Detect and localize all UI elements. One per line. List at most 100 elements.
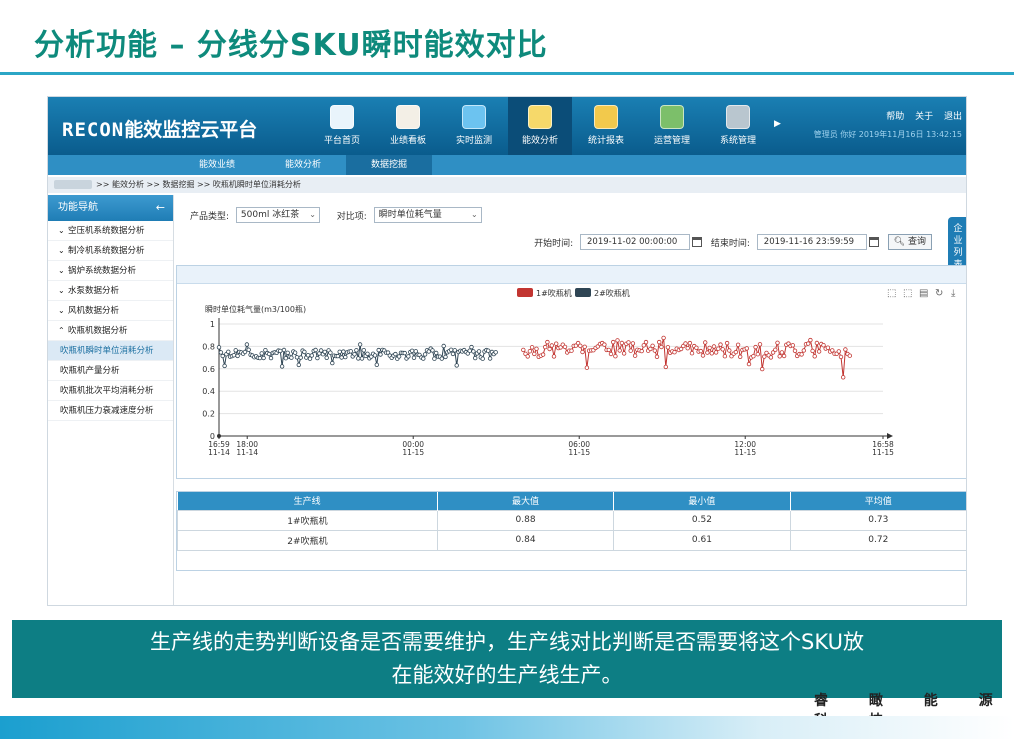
- sidebar-item-7[interactable]: 吹瓶机产量分析: [48, 361, 173, 381]
- footer-gradient-bar: [0, 716, 1014, 739]
- legend-label: 1#吹瓶机: [536, 288, 572, 298]
- about-link[interactable]: 关于: [915, 112, 933, 122]
- consumption-line-chart: 1#吹瓶机 2#吹瓶机 ⬚ ⬚ ▤ ↻ ⤓瞬时单位耗气量(m3/100瓶)00.20.40.…: [202, 288, 956, 457]
- data-point: [278, 348, 283, 354]
- nav-item-2[interactable]: 实时监测: [442, 97, 506, 155]
- caption-line-1: 生产线的走势判断设备是否需要维护，生产线对比判断是否需要将这个SKU放: [150, 630, 864, 654]
- chevron-down-icon: ⌄: [58, 306, 65, 315]
- data-point: [226, 349, 231, 354]
- data-point: [244, 342, 250, 347]
- subnav-energy-performance[interactable]: 能效业绩: [174, 155, 260, 175]
- data-point: [529, 345, 535, 350]
- gear-icon: [726, 105, 750, 129]
- data-point: [233, 348, 238, 353]
- data-point: [847, 353, 852, 358]
- data-point: [309, 353, 314, 358]
- data-point: [549, 343, 554, 348]
- report-chart-icon: [396, 105, 420, 129]
- data-point: [685, 345, 690, 351]
- sidebar-item-4[interactable]: ⌄ 风机数据分析: [48, 301, 173, 321]
- table-cell: 0.52: [613, 509, 791, 531]
- nav-item-3[interactable]: 能效分析: [508, 97, 572, 155]
- data-point: [825, 345, 831, 350]
- legend-swatch: [575, 288, 591, 297]
- data-point: [354, 348, 359, 353]
- data-point: [448, 347, 454, 352]
- data-point: [810, 348, 815, 354]
- sidebar-collapse-arrow-icon[interactable]: ←: [156, 195, 165, 221]
- data-point: [348, 349, 353, 354]
- table-header-0: 生产线: [177, 492, 438, 510]
- data-point: [718, 342, 723, 347]
- data-point: [711, 344, 717, 349]
- nav-item-1[interactable]: 业绩看板: [376, 97, 440, 155]
- data-point: [659, 344, 664, 350]
- sidebar-item-2[interactable]: ⌄ 锅炉系统数据分析: [48, 261, 173, 281]
- data-point: [838, 354, 844, 360]
- compare-value: 瞬时单位耗气量: [378, 210, 442, 220]
- table-cell: 0.72: [789, 529, 966, 551]
- nav-more-arrow-icon[interactable]: ▶: [774, 119, 781, 129]
- data-point: [630, 341, 636, 346]
- start-time-input[interactable]: 2019-11-02 00:00:00: [580, 234, 690, 250]
- data-point: [615, 338, 620, 343]
- y-tick-label: 0.2: [202, 410, 215, 419]
- sidebar-item-3[interactable]: ⌄ 水泵数据分析: [48, 281, 173, 301]
- y-tick-label: 0.8: [202, 342, 215, 351]
- start-time-label: 开始时间:: [534, 238, 574, 249]
- table-cell: 0.73: [789, 509, 966, 531]
- data-point: [534, 346, 539, 351]
- compare-select[interactable]: 瞬时单位耗气量 ⌄: [373, 207, 482, 223]
- calendar-icon[interactable]: [692, 237, 702, 247]
- nav-item-5[interactable]: 运营管理: [640, 97, 704, 155]
- data-point: [222, 363, 227, 369]
- nav-item-0[interactable]: 平台首页: [310, 97, 374, 155]
- query-button[interactable]: 🔍︎ 查询: [887, 234, 932, 250]
- sidebar-item-0[interactable]: ⌄ 空压机系统数据分析: [48, 221, 173, 241]
- sidebar-item-6[interactable]: 吹瓶机瞬时单位消耗分析: [48, 341, 173, 361]
- data-point: [324, 355, 329, 360]
- data-point: [521, 347, 526, 353]
- subnav-data-mining[interactable]: 数据挖掘: [346, 155, 432, 175]
- data-point: [562, 344, 568, 350]
- table-cell: [178, 550, 438, 570]
- logo: RECON能效监控云平台: [62, 115, 257, 142]
- subnav-energy-analysis[interactable]: 能效分析: [260, 155, 346, 175]
- data-point: [705, 350, 710, 355]
- nav-item-4[interactable]: 统计报表: [574, 97, 638, 155]
- data-point: [584, 365, 590, 370]
- end-time-input[interactable]: 2019-11-16 23:59:59: [756, 234, 867, 250]
- sidebar-item-5[interactable]: ⌃ 吹瓶机数据分析: [48, 321, 173, 341]
- data-point: [315, 355, 320, 361]
- breadcrumb-home-blurred[interactable]: [54, 180, 92, 189]
- data-point: [643, 339, 649, 345]
- sidebar: 功能导航 ← ⌄ 空压机系统数据分析 ⌄ 制冷机系统数据分析 ⌄ 锅炉系统数据分析 ⌄ 水泵数…: [48, 195, 174, 605]
- data-point: [727, 348, 732, 353]
- data-point: [540, 352, 546, 357]
- data-point: [396, 354, 402, 359]
- sidebar-item-9[interactable]: 吹瓶机压力衰减速度分析: [48, 401, 173, 421]
- sidebar-item-1[interactable]: ⌄ 制冷机系统数据分析: [48, 241, 173, 261]
- main-content: 产品类型: 500ml 冰红茶 ⌄ 对比项: 瞬时单位耗气量 ⌄ 开始时间: 2…: [176, 195, 966, 605]
- data-point: [402, 350, 407, 356]
- x-tick-date: 11-15: [734, 448, 756, 457]
- sidebar-item-8[interactable]: 吹瓶机批次平均消耗分析: [48, 381, 173, 401]
- data-point: [281, 347, 287, 353]
- nav-item-6[interactable]: 系统管理: [706, 97, 770, 155]
- help-link[interactable]: 帮助: [886, 112, 904, 122]
- calendar-icon[interactable]: [868, 237, 879, 247]
- data-point: [339, 355, 344, 360]
- data-point: [266, 351, 272, 357]
- slide-title: 分析功能 – 分线分SKU瞬时能效对比: [34, 28, 548, 63]
- data-point: [469, 344, 474, 350]
- data-point: [443, 354, 448, 360]
- data-point: [313, 347, 318, 353]
- chevron-down-icon: ⌄: [309, 210, 316, 219]
- data-point: [257, 355, 263, 361]
- data-point: [698, 348, 703, 354]
- logout-link[interactable]: 退出: [944, 112, 962, 122]
- product-type-select[interactable]: 500ml 冰红茶 ⌄: [235, 207, 320, 223]
- data-point: [722, 353, 728, 359]
- data-point: [757, 342, 763, 347]
- data-point: [672, 349, 677, 355]
